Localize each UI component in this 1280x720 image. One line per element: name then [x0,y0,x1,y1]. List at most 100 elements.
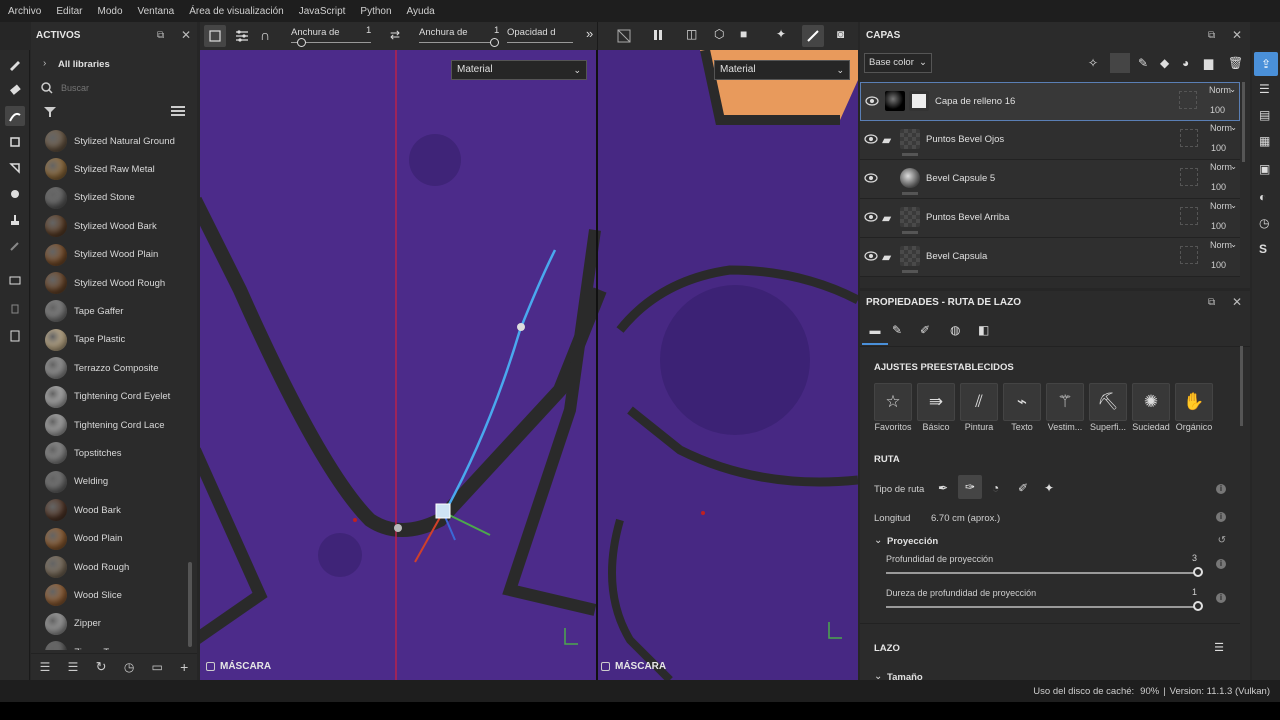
layer-blend-mode[interactable]: Norm [1210,162,1232,172]
layer-blend-mode[interactable]: Norm [1210,240,1232,250]
history-icon[interactable]: ◷ [124,660,134,674]
export-icon[interactable]: ⇪ [1254,52,1278,76]
open-window-icon[interactable]: ▭ [152,660,163,674]
preset-5-icon[interactable]: ⛏ [1089,383,1127,421]
mask-indicator-left[interactable]: MÁSCARA [206,661,271,672]
menu-python[interactable]: Python [360,6,391,17]
float-icon[interactable]: ⧉ [1208,297,1215,308]
eye-icon[interactable] [864,134,878,144]
path-type-pen-icon[interactable]: ✒ [938,481,948,495]
eye-icon[interactable] [864,212,878,222]
color-picker-icon[interactable] [5,236,25,256]
asset-item[interactable]: Tightening Cord Lace [45,412,164,438]
texture-set-icon[interactable]: ▤ [1259,108,1270,122]
info-icon[interactable]: i [1216,559,1226,569]
profundidad-slider[interactable] [886,572,1198,574]
info-icon[interactable]: i [1216,484,1226,494]
menu-ayuda[interactable]: Ayuda [407,6,435,17]
asset-item[interactable]: Stylized Stone [45,185,135,211]
layer-row[interactable]: Capa de relleno 16 Norm ⌄ 100 [860,82,1240,121]
effects-icon[interactable]: ◕ [1182,56,1189,70]
paint-brush-icon[interactable] [5,54,25,74]
preset-3-icon[interactable]: ⌁ [1003,383,1041,421]
asset-item[interactable]: Stylized Wood Bark [45,213,157,239]
folder-icon[interactable]: ▰ [882,133,891,147]
menu-editar[interactable]: Editar [56,6,82,17]
hide-icon[interactable] [616,28,632,44]
folder-icon[interactable]: ▰ [882,211,891,225]
projection-icon[interactable] [5,132,25,152]
path-type-active-icon[interactable]: ✑ [958,475,982,499]
paint-view-icon[interactable] [802,25,824,47]
opacity-slider[interactable] [507,42,573,43]
asset-item[interactable]: Welding [45,469,108,495]
float-icon[interactable]: ⧉ [1208,30,1215,41]
float-icon[interactable]: ⧉ [157,30,164,41]
eraser-icon[interactable] [5,80,25,100]
display-settings-icon[interactable]: ▦ [1259,134,1270,148]
mask-add-icon[interactable] [1110,53,1130,73]
path-type-pin-icon[interactable]: ✦ [1044,481,1054,495]
folder-icon[interactable]: ▰ [882,250,891,264]
info-icon[interactable]: i [1216,512,1226,522]
history-dock-icon[interactable]: ◷ [1259,216,1269,230]
width1-knob[interactable] [297,38,306,47]
tab-brush-icon[interactable]: ✎ [892,323,902,337]
chevron-down-icon[interactable]: ⌄ [874,535,882,546]
fill-bucket-icon[interactable]: ◆ [1160,56,1169,70]
width2-knob[interactable] [490,38,499,47]
mask-indicator-right[interactable]: MÁSCARA [601,661,666,672]
layer-opacity[interactable]: 100 [1210,105,1225,115]
asset-scrollbar[interactable] [188,562,192,647]
list-view-icon[interactable] [171,105,185,117]
layers-dock-icon[interactable]: ☰ [1259,82,1270,96]
cube-icon[interactable]: ⬡ [714,27,724,41]
close-icon[interactable]: ✕ [181,28,191,42]
menu-area-visualizacion[interactable]: Área de visualización [189,6,284,17]
layer-blend-mode[interactable]: Norm [1210,123,1232,133]
close-icon[interactable]: ✕ [1232,28,1242,42]
menu-ventana[interactable]: Ventana [138,6,175,17]
tab-pattern-icon[interactable]: ◍ [950,323,960,337]
blend-channel-select[interactable]: Base color ⌄ [864,53,932,73]
asset-item[interactable]: Zipper Tape [45,639,124,650]
screenshot-icon[interactable]: ◙ [837,27,844,41]
layer-blend-mode[interactable]: Norm [1210,201,1232,211]
light-icon[interactable]: ✦ [776,27,786,41]
refresh-icon[interactable]: ↻ [96,659,107,675]
path-type-mask-icon[interactable]: ◔ [992,481,999,495]
reset-icon[interactable]: ↺ [1218,535,1226,546]
lazo-path-icon[interactable] [5,106,25,126]
folder-add-icon[interactable]: ▆ [1204,56,1213,70]
layer-opacity[interactable]: 100 [1211,143,1226,153]
layer-opacity[interactable]: 100 [1211,182,1226,192]
trash-tool-icon[interactable] [5,298,25,318]
proyeccion-title[interactable]: Proyección [887,536,938,547]
asset-item[interactable]: Stylized Wood Plain [45,242,158,268]
menu-lines-icon[interactable]: ☰ [1214,641,1224,654]
info-icon[interactable]: i [1216,593,1226,603]
dureza-slider[interactable] [886,606,1198,608]
preset-4-icon[interactable]: ⚚ [1046,383,1084,421]
menu-archivo[interactable]: Archivo [8,6,41,17]
asset-item[interactable]: Wood Rough [45,554,129,580]
asset-item[interactable]: Stylized Wood Rough [45,270,165,296]
menu-modo[interactable]: Modo [97,6,122,17]
magic-wand-icon[interactable]: ✧ [1088,56,1098,70]
layer-row[interactable]: Bevel Capsule 5 Norm ⌄ 100 [860,160,1240,199]
brush-layer-icon[interactable]: ✎ [1138,56,1148,70]
layer-blend-mode[interactable]: Norm [1209,85,1231,95]
chevron-right-icon[interactable]: › [43,58,46,69]
asset-item[interactable]: Topstitches [45,440,122,466]
swap-icon[interactable]: ⇄ [390,28,400,42]
asset-item[interactable]: Stylized Raw Metal [45,156,155,182]
path-type-eraser-icon[interactable]: ✐ [1018,481,1028,495]
asset-item[interactable]: Wood Plain [45,526,122,552]
import-icon[interactable]: ☰ [40,660,51,674]
viewport-3d[interactable]: Material ⌄ Material ⌄ MÁSCARA MÁSCARA [200,50,858,680]
snap-icon[interactable] [204,25,226,47]
add-icon[interactable]: + [180,659,188,675]
asset-item[interactable]: Wood Bark [45,497,121,523]
asset-item[interactable]: Tape Gaffer [45,298,123,324]
menu-javascript[interactable]: JavaScript [299,6,346,17]
